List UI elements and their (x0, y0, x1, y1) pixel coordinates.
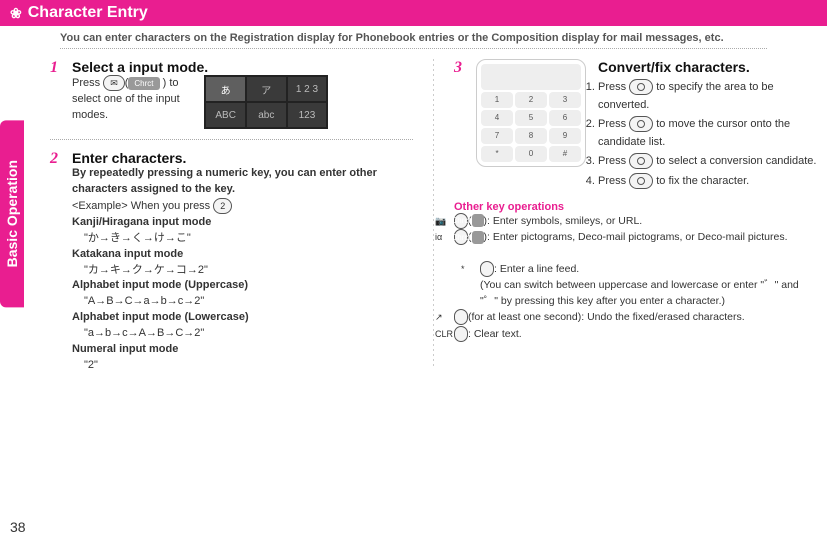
kp-key: 6 (549, 110, 581, 126)
op-text: ): Enter pictograms, Deco-mail pictogram… (484, 231, 788, 243)
op-row: 📷(Chrct): Enter symbols, smileys, or URL… (454, 213, 817, 230)
op-text: (for at least one second): Undo the fixe… (468, 311, 745, 323)
convert-step: Press to fix the character. (490, 173, 817, 191)
kp-key: 0 (515, 146, 547, 162)
op-row: iα(Chrct): Enter pictograms, Deco-mail p… (454, 229, 817, 246)
mode-cell: ア (247, 77, 286, 101)
kp-key: # (549, 146, 581, 162)
key-label: Chrct (472, 231, 484, 244)
mode-seq: "カ→キ→ク→ケ→コ→2" (84, 264, 208, 276)
mode-cell: 123 (288, 103, 327, 127)
page-subtitle: You can enter characters on the Registra… (60, 32, 767, 44)
clr-key-icon: CLR (454, 326, 468, 342)
star-key-icon: * (480, 261, 494, 277)
mode-name: Alphabet input mode (Uppercase) (72, 279, 248, 291)
mode-seq: "か→き→く→け→こ" (84, 232, 191, 244)
other-ops-heading: Other key operations (454, 201, 817, 213)
kp-key: 4 (481, 110, 513, 126)
step-number: 2 (50, 150, 64, 374)
page-title: Character Entry (28, 4, 148, 22)
step1-text-a: Press (72, 77, 103, 89)
column-divider (433, 59, 434, 368)
mode-cell: ABC (206, 103, 245, 127)
right-column: 3 1 2 3 4 5 6 7 8 9 * 0 # Convert/fi (454, 53, 817, 374)
key-label: Chrct (128, 77, 159, 90)
mode-name: Numeral input mode (72, 343, 178, 355)
mode-preview: あ ア 1 2 3 ABC abc 123 (204, 75, 328, 129)
key-label: Chrct (472, 214, 484, 227)
keypad-illustration: 1 2 3 4 5 6 7 8 9 * 0 # (476, 59, 586, 167)
kp-key: 2 (515, 92, 547, 108)
kp-key: 1 (481, 92, 513, 108)
flower-icon: ❀ (10, 5, 22, 22)
example-label: <Example> When you press (72, 200, 213, 212)
step-title: Enter characters. (72, 150, 413, 166)
mail-key-icon: ✉ (103, 75, 125, 91)
op-row: CLR: Clear text. (454, 326, 817, 343)
mode-seq: "A→B→C→a→b→c→2" (84, 295, 204, 307)
kp-key: 9 (549, 128, 581, 144)
mode-seq: "a→b→c→A→B→C→2" (84, 327, 204, 339)
mode-cell: あ (206, 77, 245, 101)
mode-name: Katakana input mode (72, 248, 183, 260)
dpad-icon (629, 153, 653, 169)
step-number: 3 (454, 59, 468, 193)
kp-key: 3 (549, 92, 581, 108)
divider (50, 139, 413, 140)
key-2-icon: 2 (213, 198, 232, 214)
divider (60, 48, 767, 49)
dpad-icon (629, 116, 653, 132)
call-key-icon: ↗ (454, 309, 468, 325)
step-number: 1 (50, 59, 64, 129)
dpad-icon (629, 173, 653, 189)
op-text: : Enter a line feed. (You can switch bet… (480, 263, 799, 307)
page-number: 38 (10, 519, 26, 535)
op-row: *: Enter a line feed. (You can switch be… (454, 246, 817, 310)
dpad-icon (629, 79, 653, 95)
sidebar-tab: Basic Operation (0, 120, 24, 307)
kp-key: 8 (515, 128, 547, 144)
step-title: Select a input mode. (72, 59, 328, 75)
step2-lead: By repeatedly pressing a numeric key, yo… (72, 167, 377, 195)
kp-key: * (481, 146, 513, 162)
mode-cell: 1 2 3 (288, 77, 327, 101)
mode-seq: "2" (84, 359, 98, 371)
mode-name: Kanji/Hiragana input mode (72, 216, 211, 228)
op-text: ): Enter symbols, smileys, or URL. (484, 214, 643, 226)
op-row: ↗(for at least one second): Undo the fix… (454, 309, 817, 326)
page-header: ❀ Character Entry (0, 0, 827, 26)
kp-key: 5 (515, 110, 547, 126)
left-column: 1 Select a input mode. あ ア 1 2 3 ABC abc… (50, 53, 413, 374)
kp-key: 7 (481, 128, 513, 144)
op-text: : Clear text. (468, 328, 522, 340)
mode-name: Alphabet input mode (Lowercase) (72, 311, 249, 323)
mode-cell: abc (247, 103, 286, 127)
